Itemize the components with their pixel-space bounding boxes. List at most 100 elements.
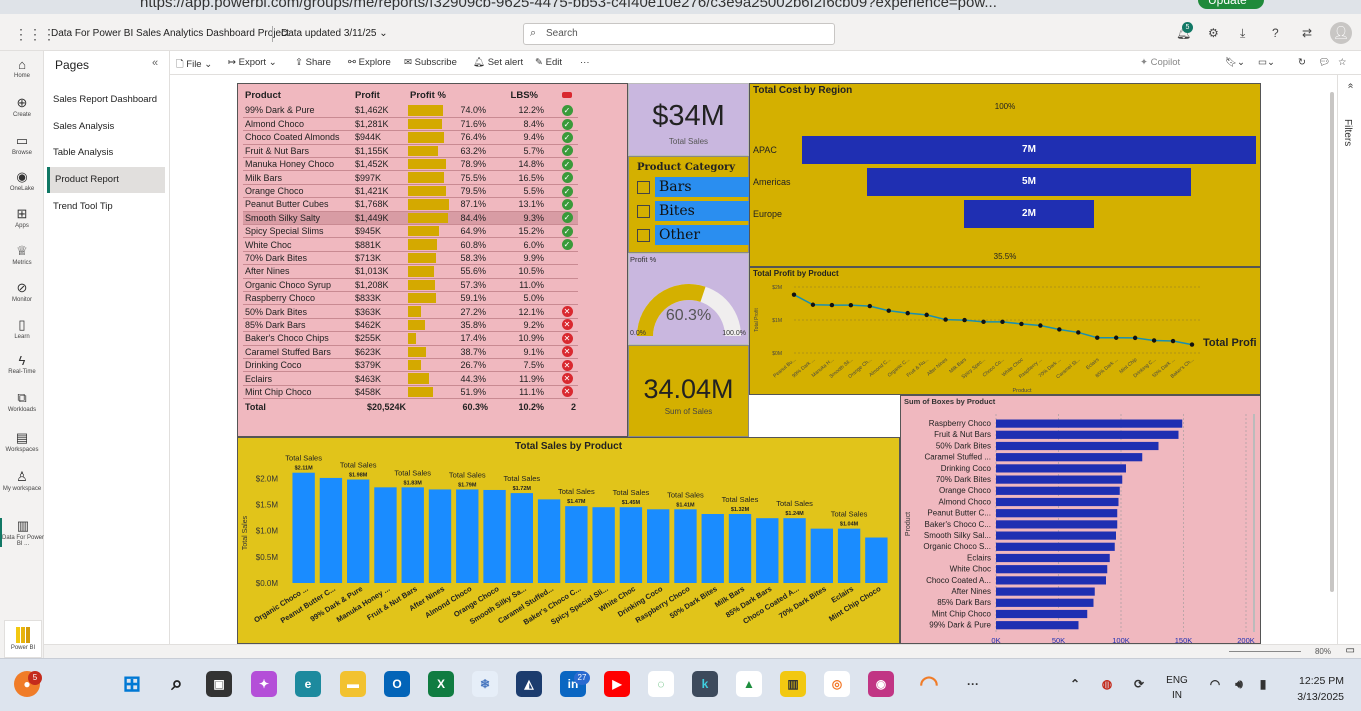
fit-page-icon[interactable]: ▭ [1346,645,1355,656]
file-explorer-icon[interactable]: ▬ [340,671,366,697]
volume-icon[interactable]: 🔊︎ [1226,671,1252,697]
table-row[interactable]: Eclairs $463K 44.3% 11.9% ✕ [243,371,578,386]
col-header-profit-pct[interactable]: Profit % [408,86,490,104]
system-clock[interactable]: 12:25 PM 3/13/2025 [1284,673,1344,705]
battery-icon[interactable]: ▮ [1250,671,1276,697]
power-bi-switcher[interactable]: Power BI [4,620,42,658]
profit-gauge[interactable]: Profit % 60.3% 0.0% 100.0% [628,253,749,345]
sum-of-sales-card[interactable]: 34.04M Sum of Sales [628,345,749,437]
set-alert-button[interactable]: 🔔︎ Set alert [473,57,523,68]
funnel-bar-apac[interactable]: 7M [802,136,1256,164]
download-icon[interactable]: ⤓ [1240,26,1245,41]
table-row[interactable]: Almond Choco $1,281K 71.6% 8.4% ✓ [243,117,578,132]
col-header-lbs[interactable]: LBS% [490,86,556,104]
help-icon[interactable]: ? [1272,26,1279,40]
table-row[interactable]: Peanut Butter Cubes $1,768K 87.1% 13.1% … [243,197,578,212]
nav-item-7[interactable]: ▯ Learn [0,317,44,340]
language-indicator[interactable]: ENG IN [1162,673,1192,703]
boxes-by-product-bar-chart[interactable]: Sum of Boxes by Product 0K 50K 100K 150K 200… [900,395,1261,645]
export-menu[interactable]: ↦ Export ⌄ [228,57,277,68]
total-sales-card[interactable]: $34M Total Sales [628,83,749,156]
refresh-icon[interactable]: ↻ [1298,57,1306,68]
table-row[interactable]: Spicy Special Slims $945K 64.9% 15.2% ✓ [243,224,578,239]
slicer-option-other[interactable]: Other [637,225,749,245]
nav-item-3[interactable]: ◉ OneLake [0,169,44,192]
more-options-button[interactable]: ··· [580,57,590,68]
table-row[interactable]: Orange Choco $1,421K 79.5% 5.5% ✓ [243,184,578,199]
view-icon[interactable]: ▭⌄ [1258,57,1275,68]
edge-browser-icon[interactable]: e [295,671,321,697]
table-row[interactable]: Fruit & Nut Bars $1,155K 63.2% 5.7% ✓ [243,144,578,159]
chevron-up-icon[interactable]: ⌃ [1062,671,1088,697]
edit-button[interactable]: ✎ Edit [535,57,562,68]
app-launcher-icon[interactable]: ⋮⋮⋮ [14,26,56,43]
outlook-icon[interactable]: O [384,671,410,697]
page-item-trend-tool-tip[interactable]: Trend Tool Tip [47,194,165,220]
table-row[interactable]: After Nines $1,013K 55.6% 10.5% [243,264,578,279]
cost-by-region-funnel[interactable]: Total Cost by Region 100% 7M APAC 5M Americ… [749,83,1261,267]
nav-item-5[interactable]: ♕ Metrics [0,243,44,266]
zoom-slider[interactable] [1229,651,1301,652]
table-row[interactable]: 70% Dark Bites $713K 58.3% 9.9% [243,251,578,266]
snowflake-app-icon[interactable]: ❄ [472,671,498,697]
nav-item-1[interactable]: ⊕ Create [0,95,44,118]
share-button[interactable]: ⇪ Share [295,57,331,68]
nav-item-11[interactable]: ♙ My workspace [0,469,44,492]
table-row[interactable]: Mint Chip Choco $458K 51.9% 11.1% ✕ [243,385,578,400]
instagram-icon[interactable]: ◉ [868,671,894,697]
page-item-table-analysis[interactable]: Table Analysis [47,140,165,166]
favorite-icon[interactable]: ☆ [1338,57,1347,68]
filters-pane[interactable]: « Filters [1337,75,1361,658]
page-item-sales-report-dashboard[interactable]: Sales Report Dashboard [47,87,165,113]
nav-item-4[interactable]: ⊞ Apps [0,206,44,229]
nav-item-10[interactable]: ▤ Workspaces [0,430,44,453]
search-input[interactable]: ⌕ Search [523,23,835,45]
url-text[interactable]: https://app.powerbi.com/groups/me/report… [140,0,997,11]
col-header-product[interactable]: Product [243,86,353,104]
nav-item-12[interactable]: ▥ Data For Power BI ... [0,518,44,547]
ring-app-icon[interactable]: ◠ [916,671,942,697]
nav-item-8[interactable]: ϟ Real-Time [0,353,44,375]
google-drive-icon[interactable]: ▲ [736,671,762,697]
explore-button[interactable]: ⚯ Explore [348,57,391,68]
profit-table[interactable]: Product Profit Profit % LBS% 99% Dark & … [237,83,628,437]
table-row[interactable]: 85% Dark Bars $462K 35.8% 9.2% ✕ [243,318,578,333]
windows-start-icon[interactable]: ⊞ [119,671,145,697]
nav-item-0[interactable]: ⌂ Home [0,57,44,79]
file-menu[interactable]: 🗋︎ File ⌄ [176,57,212,73]
zoom-level[interactable]: 80% [1315,647,1331,656]
table-row[interactable]: Caramel Stuffed Bars $623K 38.7% 9.1% ✕ [243,345,578,359]
power-bi-app-icon[interactable]: ▥ [780,671,806,697]
checkbox[interactable] [637,229,650,242]
table-row[interactable]: 99% Dark & Pure $1,462K 74.0% 12.2% ✓ [243,104,578,118]
checkbox[interactable] [637,181,650,194]
table-row[interactable]: Organic Choco Syrup $1,208K 57.3% 11.0% [243,278,578,292]
table-row[interactable]: Drinking Coco $379K 26.7% 7.5% ✕ [243,358,578,373]
subscribe-button[interactable]: ✉ Subscribe [404,57,457,68]
table-row[interactable]: Milk Bars $997K 75.5% 16.5% ✓ [243,170,578,185]
update-button[interactable]: Update [1198,0,1264,9]
table-row[interactable]: Baker's Choco Chips $255K 17.4% 10.9% ✕ [243,331,578,346]
excel-icon[interactable]: X [428,671,454,697]
funnel-bar-europe[interactable]: 2M [964,200,1094,228]
bookmark-icon[interactable]: 🔖︎⌄ [1225,57,1245,68]
copilot-button[interactable]: ✦ Copilot [1140,57,1180,68]
youtube-icon[interactable]: ▶ [604,671,630,697]
profit-by-product-line-chart[interactable]: Total Profit by Product $2M $1M $0M Total P… [749,267,1261,395]
page-item-product-report[interactable]: Product Report [47,167,165,193]
share-feedback-icon[interactable]: ⇄ [1302,26,1312,40]
k-app-icon[interactable]: k [692,671,718,697]
nav-item-2[interactable]: ▭ Browse [0,133,44,156]
copilot-app-icon[interactable]: ✦ [251,671,277,697]
collapse-pages-icon[interactable]: « [152,57,158,69]
sales-by-product-column-chart[interactable]: Total Sales by Product $2.0M $1.5M $1.0M $0… [237,437,900,644]
gear-icon[interactable]: ⚙ [1208,26,1219,40]
col-header-profit[interactable]: Profit [353,86,408,104]
sync-icon[interactable]: ⟳ [1126,671,1152,697]
jupyter-icon[interactable]: ◎ [824,671,850,697]
security-icon[interactable]: ◍ [1094,671,1120,697]
slicer-option-bites[interactable]: Bites [637,201,749,221]
canvas-scrollbar[interactable] [1328,78,1336,624]
table-row[interactable]: White Choc $881K 60.8% 6.0% ✓ [243,237,578,252]
browser-address-bar[interactable]: https://app.powerbi.com/groups/me/report… [0,0,1361,14]
